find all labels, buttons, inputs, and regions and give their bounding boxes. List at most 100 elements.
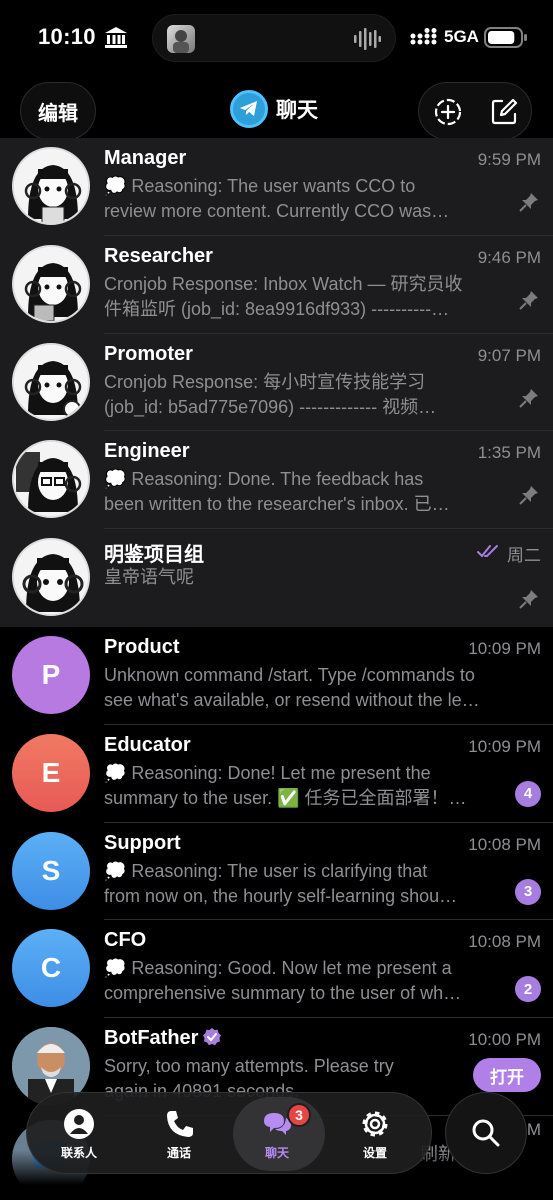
tab-contacts[interactable]: 联系人 <box>31 1093 127 1175</box>
now-playing-thumbnail <box>167 25 195 53</box>
chat-preview: 💭 Reasoning: Done! Let me present the su… <box>104 761 509 813</box>
header-actions <box>418 82 532 140</box>
chat-row-educator[interactable]: E Educator 10:09 PM 💭 Reasoning: Done! L… <box>0 725 553 823</box>
chat-row-engineer[interactable]: Engineer 1:35 PM 💭 Reasoning: Done. The … <box>0 431 553 530</box>
chat-name: CFO <box>104 929 147 952</box>
chat-preview: 皇帝语气呢 <box>104 565 509 617</box>
tab-chats[interactable]: 聊天 3 <box>229 1093 325 1175</box>
chat-row-cfo[interactable]: C CFO 10:08 PM 💭 Reasoning: Good. Now le… <box>0 920 553 1019</box>
preview-line: review more content. Currently CCO was… <box>104 201 450 221</box>
preview-line: been written to the researcher's inbox. … <box>104 494 450 515</box>
chat-row-promoter[interactable]: Promoter 9:07 PM Cronjob Response: 每小时宣传… <box>0 333 553 432</box>
unread-badge: 3 <box>515 878 541 905</box>
chat-preview: 💭 Reasoning: The user wants CCO to revie… <box>104 174 509 226</box>
chat-time: 10:08 PM <box>468 932 541 952</box>
read-checkmarks-icon <box>477 545 498 558</box>
chat-time: 1:35 PM <box>477 443 541 463</box>
preview-line: (job_id: b5ad775e7096) ------------- 视频… <box>104 396 437 417</box>
chat-name: Engineer <box>104 440 190 463</box>
avatar <box>12 440 90 519</box>
pin-icon <box>519 193 538 212</box>
tab-calls[interactable]: 通话 <box>131 1093 227 1175</box>
header-title: 聊天 <box>230 90 318 128</box>
chat-row-manager[interactable]: Manager 9:59 PM 💭 Reasoning: The user wa… <box>0 138 553 236</box>
gear-icon <box>362 1111 388 1136</box>
chat-row-support[interactable]: S Support 10:08 PM 💭 Reasoning: The user… <box>0 823 553 921</box>
tab-label: 聊天 <box>264 1145 289 1160</box>
chat-preview: 💭 Reasoning: Good. Now let me present a … <box>104 956 509 1008</box>
chat-name: 明鉴项目组 <box>104 544 204 567</box>
header: 编辑 聊天 <box>0 80 553 142</box>
avatar: E <box>12 733 90 812</box>
search-button[interactable] <box>445 1092 527 1174</box>
preview-line: 件箱监听 (job_id: 8ea9916df933) ----------… <box>104 298 450 319</box>
telegram-logo-icon <box>230 90 268 128</box>
audio-waveform-icon <box>354 28 381 50</box>
pin-icon <box>519 590 538 609</box>
preview-line: comprehensive summary to the user of wh… <box>104 983 462 1004</box>
tab-label: 联系人 <box>60 1145 97 1160</box>
chat-name: BotFather <box>104 1027 222 1050</box>
phone-icon <box>167 1110 193 1137</box>
pin-icon <box>519 388 538 408</box>
chat-time: 9:59 PM <box>477 150 541 169</box>
bank-icon <box>105 27 127 48</box>
preview-line: Cronjob Response: 每小时宣传技能学习 <box>104 371 426 392</box>
preview-line: 💭 Reasoning: The user is clarifying that <box>104 860 428 881</box>
chat-list: Manager 9:59 PM 💭 Reasoning: The user wa… <box>0 138 553 1198</box>
chat-time: 10:08 PM <box>468 834 541 854</box>
chat-preview: 💭 Reasoning: Done. The feedback has been… <box>104 467 509 519</box>
chat-preview: Cronjob Response: Inbox Watch — 研究员收 件箱监… <box>104 272 509 324</box>
person-icon <box>64 1108 94 1139</box>
chat-name: Promoter <box>104 342 193 365</box>
tab-badge: 3 <box>287 1103 311 1127</box>
dynamic-island[interactable] <box>152 14 396 62</box>
chat-row-researcher[interactable]: Researcher 9:46 PM Cronjob Response: Inb… <box>0 235 553 334</box>
status-bar: 10:10 5GA <box>0 0 553 78</box>
chat-preview: Unknown command /start. Type /commands t… <box>104 663 534 715</box>
tab-label: 设置 <box>362 1145 387 1160</box>
unread-badge: 2 <box>515 976 541 1003</box>
chat-row-group[interactable]: 明鉴项目组 周二 皇帝语气呢 <box>0 529 553 627</box>
chat-name-text: BotFather <box>104 1027 199 1050</box>
preview-line: see what's available, or resend without … <box>104 689 480 710</box>
tab-settings[interactable]: 设置 <box>327 1093 423 1175</box>
chat-row-product[interactable]: P Product 10:09 PM Unknown command /star… <box>0 627 553 725</box>
preview-line: 💭 Reasoning: The user wants CCO to <box>104 176 416 196</box>
chat-time: 9:07 PM <box>477 345 541 365</box>
status-time: 10:10 <box>38 24 96 49</box>
avatar <box>12 244 90 323</box>
tab-label: 通话 <box>166 1145 191 1160</box>
avatar: P <box>12 635 90 714</box>
preview-line: summary to the user. ✅ 任务已全面部署！… <box>104 787 467 808</box>
open-bot-button[interactable]: 打开 <box>473 1058 541 1093</box>
chat-name: Manager <box>104 147 187 169</box>
battery-icon <box>484 27 527 48</box>
chat-name: Product <box>104 635 180 658</box>
preview-line: Unknown command /start. Type /commands t… <box>104 664 475 685</box>
chat-time: 10:09 PM <box>468 638 541 658</box>
chat-preview: Cronjob Response: 每小时宣传技能学习 (job_id: b5a… <box>104 370 509 422</box>
preview-line: from now on, the hourly self-learning sh… <box>104 885 458 906</box>
preview-line: 💭 Reasoning: Good. Now let me present a <box>104 958 452 979</box>
chat-name: Researcher <box>104 244 213 267</box>
new-story-icon[interactable] <box>433 97 463 127</box>
pin-icon <box>519 290 538 310</box>
cellular-signal-icon <box>410 28 437 45</box>
chat-name: Educator <box>104 733 191 756</box>
edit-button[interactable]: 编辑 <box>20 82 96 140</box>
verified-badge-icon <box>203 1028 222 1046</box>
chat-time: 9:46 PM <box>477 247 541 267</box>
tab-bar: 联系人 通话 聊天 3 设置 <box>26 1092 432 1174</box>
avatar <box>12 538 90 617</box>
chat-preview: 💭 Reasoning: The user is clarifying that… <box>104 859 509 911</box>
compose-icon[interactable] <box>489 97 519 127</box>
avatar: C <box>12 929 90 1008</box>
preview-line: 💭 Reasoning: Done! Let me present the <box>104 762 431 783</box>
network-type: 5GA <box>444 27 479 46</box>
preview-line: 💭 Reasoning: Done. The feedback has <box>104 469 424 490</box>
chat-time: 10:09 PM <box>468 736 541 756</box>
chat-time: 周二 <box>507 546 541 566</box>
search-icon <box>472 1119 500 1147</box>
preview-line: Cronjob Response: Inbox Watch — 研究员收 <box>104 273 463 294</box>
